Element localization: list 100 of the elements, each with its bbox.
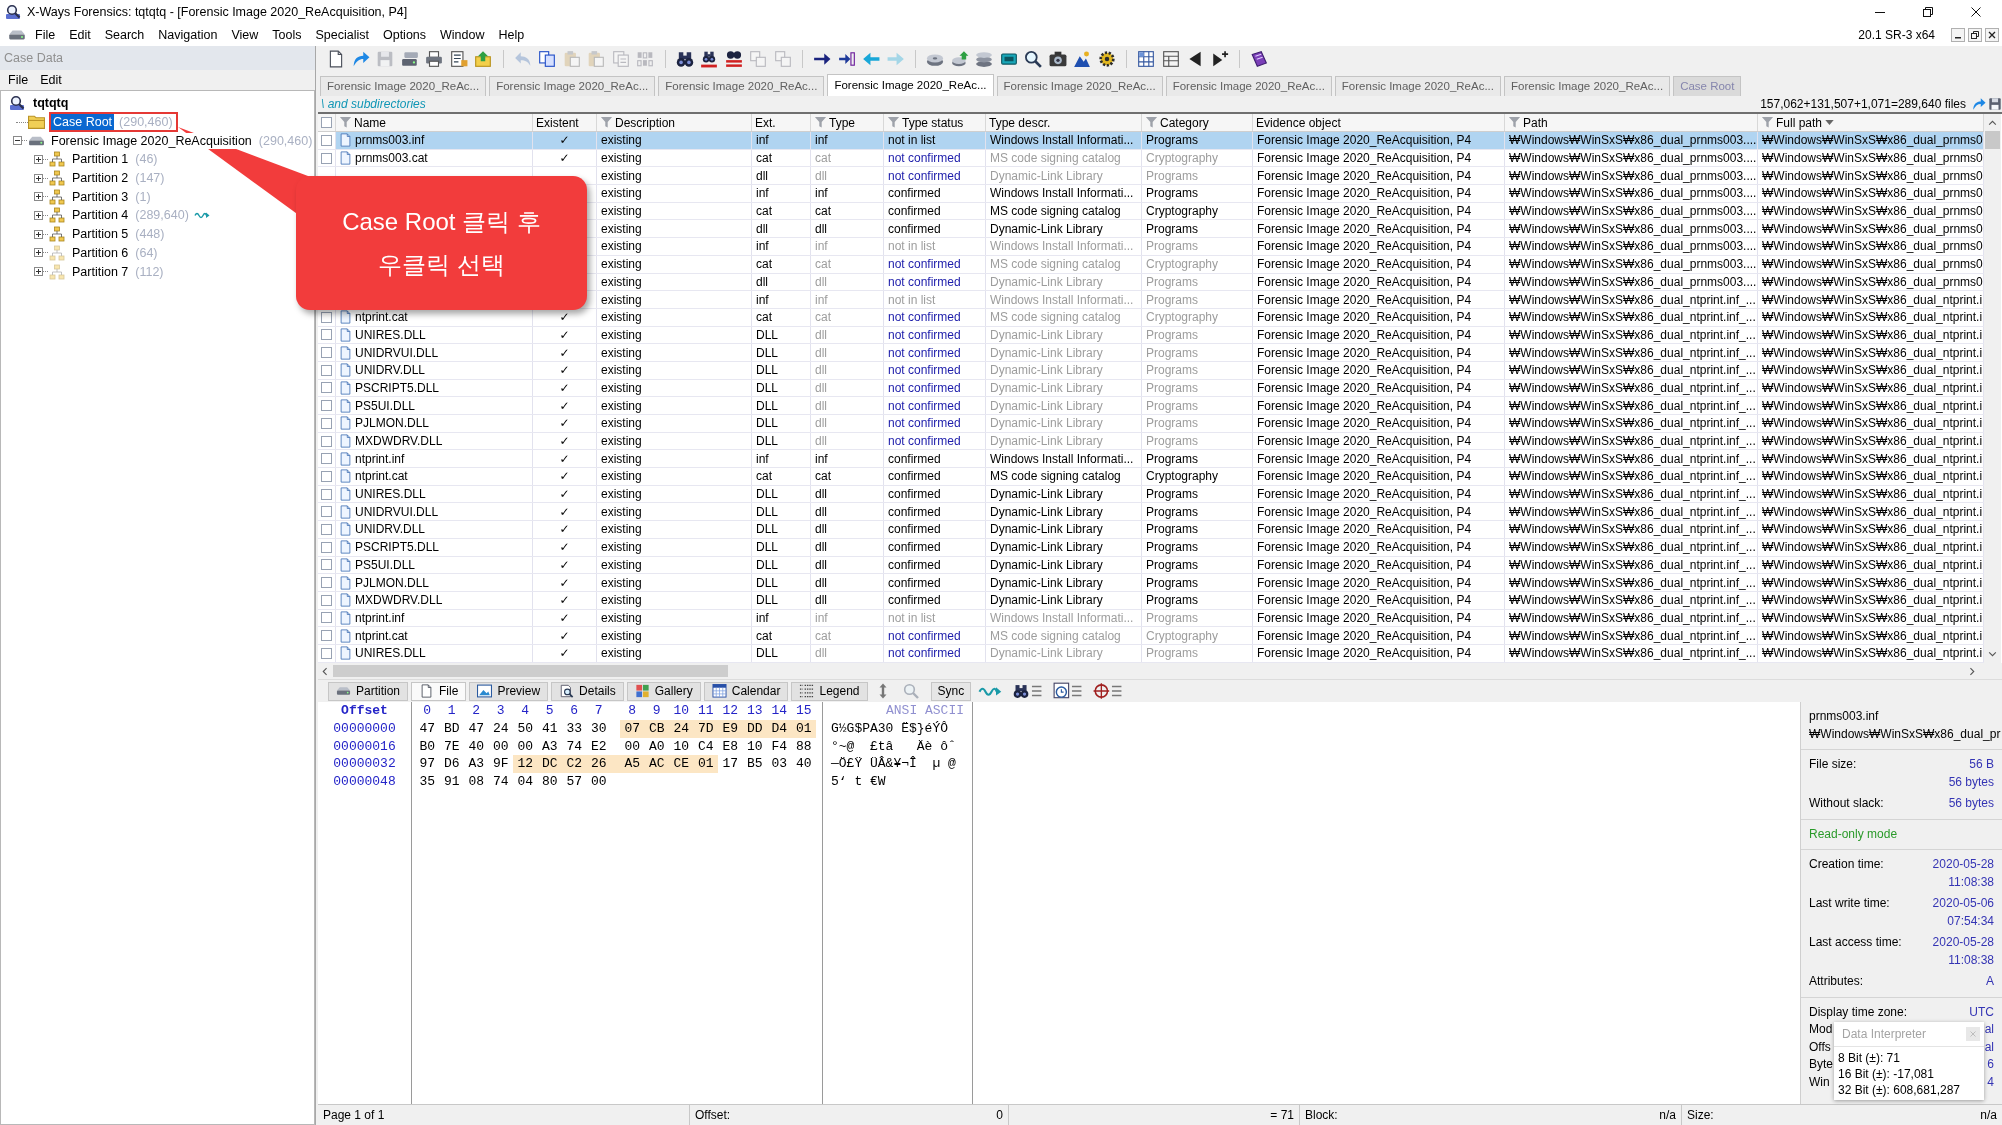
filter-icon[interactable] bbox=[887, 116, 900, 129]
minimize-icon[interactable] bbox=[1951, 28, 1965, 42]
column-header[interactable]: Existent bbox=[533, 114, 597, 131]
evidence-tab[interactable]: Forensic Image 2020_ReAc... bbox=[827, 74, 994, 96]
menu-item[interactable]: Help bbox=[491, 28, 532, 42]
file-name[interactable]: UNIDRV.DLL bbox=[355, 363, 426, 378]
file-row[interactable]: UNIDRVUI.DLL ✓ existing DLL dll confirmed Dynamic-Link Library Programs Forensic Image 2020_ReAcquisition, P4 ₩Windows₩WinSxS₩x86_dual_ntprint.inf_... ₩Windows₩WinSxS₩x86_dual_ntprint.i bbox=[318, 503, 1984, 522]
file-row[interactable]: ntprint.inf ✓ existing inf inf confirmed Windows Install Informati... Programs Forensic Image 2020_ReAcquisition, P4 ₩Windows₩WinSxS₩x86_dual_ntprint.inf_... ₩Windows₩WinSxS₩x86_dual_ntprint.i bbox=[318, 450, 1984, 469]
table-icon[interactable] bbox=[1161, 50, 1180, 68]
checkbox[interactable] bbox=[321, 647, 332, 659]
evidence-tab[interactable]: Forensic Image 2020_ReAc... bbox=[658, 76, 825, 96]
checkbox[interactable] bbox=[321, 347, 332, 359]
view-tab[interactable]: Details bbox=[551, 681, 624, 701]
file-name[interactable]: PSCRIPT5.DLL bbox=[355, 540, 440, 555]
file-name[interactable]: UNIDRV.DLL bbox=[355, 522, 426, 537]
filter-icon[interactable] bbox=[814, 116, 827, 129]
gear-icon[interactable] bbox=[1097, 50, 1116, 68]
view-tab[interactable]: Partition bbox=[328, 681, 409, 701]
file-name[interactable]: UNIDRVUI.DLL bbox=[355, 504, 439, 519]
clock-list-icon[interactable] bbox=[1053, 682, 1083, 700]
floppy-icon[interactable] bbox=[1988, 97, 2002, 111]
scrollbar-thumb[interactable] bbox=[333, 665, 728, 677]
file-row[interactable]: PS5UI.DLL ✓ existing DLL dll confirmed Dynamic-Link Library Programs Forensic Image 2020_ReAcquisition, P4 ₩Windows₩WinSxS₩x86_dual_ntprint.inf_... ₩Windows₩WinSxS₩x86_dual_ntprint.i bbox=[318, 556, 1984, 575]
column-header[interactable]: Type descr. bbox=[986, 114, 1142, 131]
file-name[interactable]: UNIRES.DLL bbox=[355, 327, 426, 342]
file-row[interactable]: PJLMON.DLL ✓ existing DLL dll not confirmed Dynamic-Link Library Programs Forensic Image 2020_ReAcquisition, P4 ₩Windows₩WinSxS₩x86_dual_ntprint.inf_... ₩Windows₩WinSxS₩x86_dual_ntprint.i bbox=[318, 415, 1984, 433]
file-name[interactable]: ntprint.inf bbox=[355, 451, 405, 466]
triangle-plus-icon[interactable] bbox=[1210, 50, 1229, 68]
document-icon[interactable] bbox=[449, 50, 468, 68]
column-header[interactable]: Path bbox=[1505, 114, 1758, 131]
disk-arrow-icon[interactable] bbox=[950, 50, 969, 68]
view-tab[interactable]: Legend bbox=[791, 681, 868, 701]
scrollbar-thumb[interactable] bbox=[1985, 131, 2000, 149]
file-row[interactable]: MXDWDRV.DLL ✓ existing DLL dll confirmed Dynamic-Link Library Programs Forensic Image 2020_ReAcquisition, P4 ₩Windows₩WinSxS₩x86_dual_ntprint.inf_... ₩Windows₩WinSxS₩x86_dual_ntprint.i bbox=[318, 591, 1984, 610]
curved-arrow-icon[interactable] bbox=[1972, 97, 1986, 111]
wave-icon[interactable] bbox=[978, 685, 1003, 697]
file-name[interactable]: UNIDRVUI.DLL bbox=[355, 345, 439, 360]
file-name[interactable]: prnms003.cat bbox=[355, 151, 428, 166]
checkbox[interactable] bbox=[321, 541, 332, 553]
copy-icon[interactable] bbox=[538, 50, 557, 68]
checkbox[interactable] bbox=[321, 506, 332, 518]
checkbox[interactable] bbox=[321, 559, 332, 571]
file-row[interactable]: ntprint.cat ✓ existing cat cat not confirmed MS code signing catalog Cryptography Forensic Image 2020_ReAcquisition, P4 ₩Windows₩WinSxS₩x86_dual_ntprint.inf_... ₩Windows₩WinSxS₩x86_dual_ntprint.i bbox=[318, 627, 1984, 645]
plus-box-icon[interactable] bbox=[34, 248, 43, 258]
file-row[interactable]: UNIRES.DLL ✓ existing DLL dll not confirmed Dynamic-Link Library Programs Forensic Image 2020_ReAcquisition, P4 ₩Windows₩WinSxS₩x86_dual_ntprint.inf_... ₩Windows₩WinSxS₩x86_dual_ntprint.i bbox=[318, 326, 1984, 345]
up-down-arrow-icon[interactable] bbox=[878, 683, 887, 699]
checkbox[interactable] bbox=[321, 400, 332, 412]
column-header[interactable]: Description bbox=[597, 114, 752, 131]
file-row[interactable]: UNIRES.DLL ✓ existing DLL dll not confirmed Dynamic-Link Library Programs Forensic Image 2020_ReAcquisition, P4 ₩Windows₩WinSxS₩x86_dual_ntprint.inf_... ₩Windows₩WinSxS₩x86_dual_ntprint.i bbox=[318, 644, 1984, 663]
file-name[interactable]: PJLMON.DLL bbox=[355, 416, 430, 431]
checkbox[interactable] bbox=[321, 594, 332, 606]
column-header[interactable]: Category bbox=[1142, 114, 1253, 131]
checkbox[interactable] bbox=[321, 417, 332, 429]
checkbox[interactable] bbox=[321, 329, 332, 341]
restore-icon[interactable] bbox=[1968, 28, 1982, 42]
crosshair-list-icon[interactable] bbox=[1093, 682, 1123, 700]
evidence-tab[interactable]: Forensic Image 2020_ReAc... bbox=[489, 76, 656, 96]
checkbox[interactable] bbox=[321, 364, 332, 376]
file-name[interactable]: PS5UI.DLL bbox=[355, 398, 416, 413]
drives-icon[interactable] bbox=[400, 50, 419, 68]
view-tab[interactable]: File bbox=[411, 681, 467, 701]
file-name[interactable]: MXDWDRV.DLL bbox=[355, 434, 443, 449]
menu-item[interactable]: File bbox=[28, 28, 63, 42]
menu-item[interactable]: File bbox=[2, 73, 35, 87]
checkbox[interactable] bbox=[321, 470, 332, 482]
checkbox[interactable] bbox=[321, 435, 332, 447]
chip-icon[interactable] bbox=[999, 50, 1018, 68]
sort-arrow-icon[interactable] bbox=[1825, 120, 1835, 125]
file-row[interactable]: PSCRIPT5.DLL ✓ existing DLL dll not confirmed Dynamic-Link Library Programs Forensic Image 2020_ReAcquisition, P4 ₩Windows₩WinSxS₩x86_dual_ntprint.inf_... ₩Windows₩WinSxS₩x86_dual_ntprint.i bbox=[318, 379, 1984, 398]
plus-box-icon[interactable] bbox=[34, 210, 43, 220]
evidence-tab[interactable]: Forensic Image 2020_ReAc... bbox=[1334, 76, 1501, 96]
menu-item[interactable]: Navigation bbox=[151, 28, 225, 42]
file-row[interactable]: MXDWDRV.DLL ✓ existing DLL dll not confirmed Dynamic-Link Library Programs Forensic Image 2020_ReAcquisition, P4 ₩Windows₩WinSxS₩x86_dual_ntprint.inf_... ₩Windows₩WinSxS₩x86_dual_ntprint.i bbox=[318, 432, 1984, 451]
file-row[interactable]: PS5UI.DLL ✓ existing DLL dll not confirmed Dynamic-Link Library Programs Forensic Image 2020_ReAcquisition, P4 ₩Windows₩WinSxS₩x86_dual_ntprint.inf_... ₩Windows₩WinSxS₩x86_dual_ntprint.i bbox=[318, 397, 1984, 415]
file-name[interactable]: UNIRES.DLL bbox=[355, 487, 426, 502]
file-row[interactable]: prnms003.cat ✓ existing cat cat not confirmed MS code signing catalog Cryptography Forensic Image 2020_ReAcquisition, P4 ₩Windows₩WinSxS₩x86_dual_prnms003.... ₩Windows₩WinSxS₩x86_dual_prnms0 bbox=[318, 149, 1984, 168]
checkbox[interactable] bbox=[321, 630, 332, 642]
checkbox[interactable] bbox=[321, 612, 332, 624]
scroll-down-icon[interactable] bbox=[1988, 652, 1997, 657]
file-row[interactable]: PSCRIPT5.DLL ✓ existing DLL dll confirmed Dynamic-Link Library Programs Forensic Image 2020_ReAcquisition, P4 ₩Windows₩WinSxS₩x86_dual_ntprint.inf_... ₩Windows₩WinSxS₩x86_dual_ntprint.i bbox=[318, 538, 1984, 557]
arrow-bar-icon[interactable] bbox=[837, 50, 856, 68]
file-name[interactable]: ntprint.cat bbox=[355, 628, 408, 643]
file-name[interactable]: MXDWDRV.DLL bbox=[355, 593, 443, 608]
checkbox[interactable] bbox=[321, 117, 332, 128]
evidence-tab[interactable]: Forensic Image 2020_ReAc... bbox=[320, 76, 487, 96]
file-row[interactable]: UNIDRVUI.DLL ✓ existing DLL dll not confirmed Dynamic-Link Library Programs Forensic Image 2020_ReAcquisition, P4 ₩Windows₩WinSxS₩x86_dual_ntprint.inf_... ₩Windows₩WinSxS₩x86_dual_ntprint.i bbox=[318, 344, 1984, 362]
view-tab[interactable]: Calendar bbox=[703, 681, 789, 701]
file-name[interactable]: UNIRES.DLL bbox=[355, 646, 426, 661]
plus-box-icon[interactable] bbox=[34, 229, 43, 239]
file-name[interactable]: PS5UI.DLL bbox=[355, 557, 416, 572]
checkbox[interactable] bbox=[321, 152, 332, 164]
file-row[interactable]: UNIDRV.DLL ✓ existing DLL dll not confirmed Dynamic-Link Library Programs Forensic Image 2020_ReAcquisition, P4 ₩Windows₩WinSxS₩x86_dual_ntprint.inf_... ₩Windows₩WinSxS₩x86_dual_ntprint.i bbox=[318, 361, 1984, 380]
filter-icon[interactable] bbox=[339, 116, 352, 129]
menu-item[interactable]: Options bbox=[375, 28, 434, 42]
column-header[interactable]: Evidence object bbox=[1253, 114, 1505, 131]
file-row[interactable]: PJLMON.DLL ✓ existing DLL dll confirmed Dynamic-Link Library Programs Forensic Image 2020_ReAcquisition, P4 ₩Windows₩WinSxS₩x86_dual_ntprint.inf_... ₩Windows₩WinSxS₩x86_dual_ntprint.i bbox=[318, 574, 1984, 592]
close-icon[interactable] bbox=[1985, 28, 1999, 42]
view-tab[interactable]: Gallery bbox=[626, 681, 701, 701]
close-icon[interactable] bbox=[1971, 7, 1981, 17]
filter-icon[interactable] bbox=[1761, 116, 1774, 129]
